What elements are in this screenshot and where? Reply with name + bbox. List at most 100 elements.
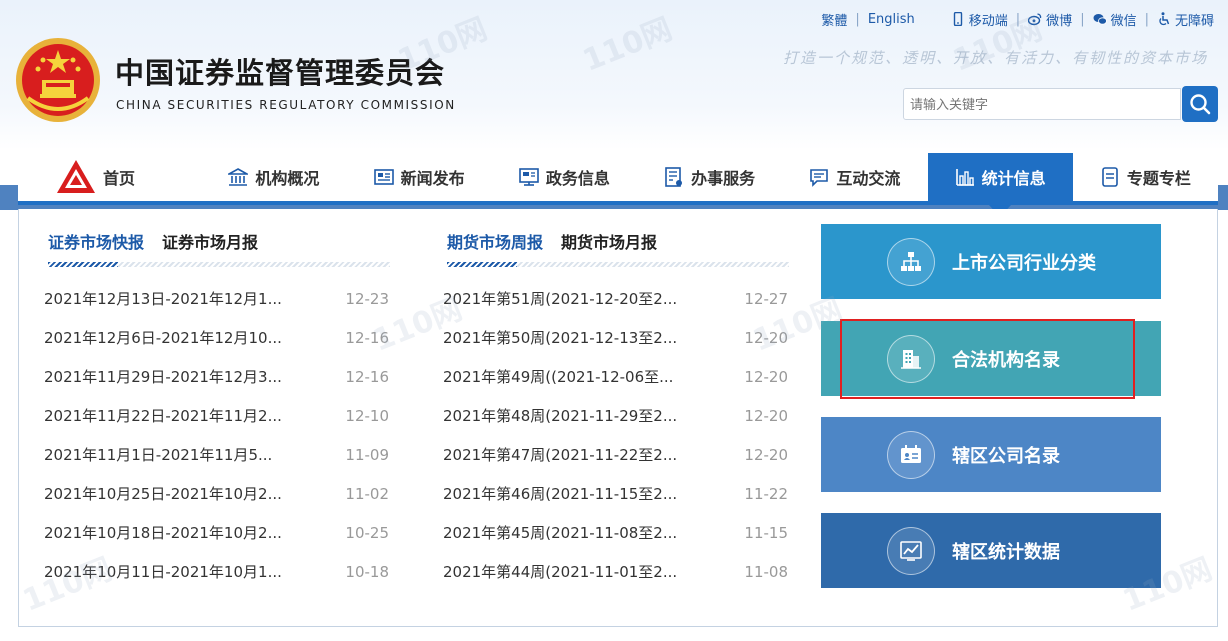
accessibility-link[interactable]: 无障碍 bbox=[1157, 10, 1214, 29]
list-item-date: 12-20 bbox=[744, 367, 788, 386]
gov-info-icon bbox=[519, 168, 539, 186]
tab-securities-monthly[interactable]: 证券市场月报 bbox=[162, 229, 258, 253]
list-item[interactable]: 2021年第44周(2021-11-01至2... 11-08 bbox=[443, 552, 788, 591]
nav-item-statistics[interactable]: 统计信息 bbox=[927, 153, 1073, 217]
nav-label: 机构概况 bbox=[255, 169, 320, 188]
card-icon-wrap bbox=[887, 430, 935, 479]
accessibility-label: 无障碍 bbox=[1174, 13, 1214, 29]
nav-label: 互动交流 bbox=[836, 169, 901, 188]
home-logo-icon bbox=[57, 160, 95, 193]
list-item[interactable]: 2021年12月6日-2021年12月10... 12-16 bbox=[44, 318, 389, 357]
separator: | bbox=[1144, 11, 1149, 27]
list-item[interactable]: 2021年10月11日-2021年10月1... 10-18 bbox=[44, 552, 389, 591]
building-icon bbox=[901, 349, 921, 369]
list-item-date: 12-23 bbox=[345, 289, 389, 308]
traditional-chinese-link[interactable]: 繁體 bbox=[821, 10, 847, 29]
list-item[interactable]: 2021年第51周(2021-12-20至2... 12-27 bbox=[443, 279, 788, 318]
chat-icon bbox=[810, 169, 829, 187]
nav-label: 新闻发布 bbox=[400, 169, 465, 188]
list-item-title: 2021年第50周(2021-12-13至2... bbox=[443, 329, 678, 347]
tab-securities-flash[interactable]: 证券市场快报 bbox=[48, 229, 144, 253]
list-item[interactable]: 2021年11月29日-2021年12月3... 12-16 bbox=[44, 357, 389, 396]
list-item[interactable]: 2021年10月25日-2021年10月2... 11-02 bbox=[44, 474, 389, 513]
content-panel: 证券市场快报 证券市场月报 2021年12月13日-2021年12月1... 12… bbox=[18, 209, 1218, 627]
card-jurisdiction-statistics[interactable]: 辖区统计数据 bbox=[821, 513, 1161, 588]
list-item-date: 12-10 bbox=[345, 406, 389, 425]
mobile-icon bbox=[953, 12, 962, 26]
nav-item-home[interactable]: 首页 bbox=[18, 153, 201, 201]
list-item-title: 2021年第44周(2021-11-01至2... bbox=[443, 563, 678, 581]
list-item-title: 2021年第45周(2021-11-08至2... bbox=[443, 524, 678, 542]
list-item-date: 10-18 bbox=[345, 562, 389, 581]
nav-item-gov-info[interactable]: 政务信息 bbox=[492, 153, 637, 201]
weibo-link[interactable]: 微博 bbox=[1028, 10, 1072, 29]
card-jurisdiction-companies[interactable]: 辖区公司名录 bbox=[821, 417, 1161, 492]
search-input[interactable] bbox=[903, 88, 1181, 120]
list-item-date: 12-20 bbox=[744, 328, 788, 347]
list-item-date: 12-16 bbox=[345, 367, 389, 386]
list-item-date: 11-08 bbox=[744, 562, 788, 581]
top-links: 繁體 | English 移动端 | 微博 | 微信 | 无障碍 bbox=[821, 9, 1214, 29]
separator: | bbox=[855, 11, 860, 27]
list-item-date: 11-09 bbox=[345, 445, 389, 464]
card-icon-wrap bbox=[887, 526, 935, 575]
list-item-title: 2021年第48周(2021-11-29至2... bbox=[443, 407, 678, 425]
tab-futures-weekly[interactable]: 期货市场周报 bbox=[447, 229, 543, 253]
list-item-title: 2021年第49周((2021-12-06至... bbox=[443, 368, 674, 386]
nav-item-institution[interactable]: 机构概况 bbox=[201, 153, 346, 201]
tab-underline bbox=[48, 262, 390, 267]
list-item[interactable]: 2021年11月22日-2021年11月2... 12-10 bbox=[44, 396, 389, 435]
securities-tabs: 证券市场快报 证券市场月报 bbox=[48, 229, 390, 253]
line-chart-icon bbox=[900, 540, 922, 561]
nav-item-interaction[interactable]: 互动交流 bbox=[782, 153, 927, 201]
wechat-label: 微信 bbox=[1110, 13, 1137, 29]
org-chart-icon bbox=[901, 251, 921, 271]
separator: | bbox=[1015, 11, 1021, 27]
card-icon-wrap bbox=[887, 334, 935, 383]
securities-column: 证券市场快报 证券市场月报 bbox=[48, 229, 390, 267]
list-item-title: 2021年10月18日-2021年10月2... bbox=[44, 524, 282, 542]
list-item[interactable]: 2021年第47周(2021-11-22至2... 12-20 bbox=[443, 435, 788, 474]
list-item-title: 2021年11月29日-2021年12月3... bbox=[44, 368, 282, 386]
site-subtitle: CHINA SECURITIES REGULATORY COMMISSION bbox=[116, 98, 456, 112]
search-icon bbox=[1190, 94, 1211, 115]
list-item-date: 11-15 bbox=[744, 523, 788, 542]
list-item[interactable]: 2021年12月13日-2021年12月1... 12-23 bbox=[44, 279, 389, 318]
list-item[interactable]: 2021年第49周((2021-12-06至... 12-20 bbox=[443, 357, 788, 396]
list-item[interactable]: 2021年第50周(2021-12-13至2... 12-20 bbox=[443, 318, 788, 357]
slogan: 打造一个规范、透明、开放、有活力、有韧性的资本市场 bbox=[782, 49, 1208, 67]
nav-item-news[interactable]: 新闻发布 bbox=[347, 153, 492, 201]
card-label: 合法机构名录 bbox=[952, 349, 1060, 371]
id-card-icon bbox=[901, 444, 921, 463]
wechat-link[interactable]: 微信 bbox=[1093, 10, 1137, 29]
card-icon-wrap bbox=[887, 237, 935, 286]
list-item[interactable]: 2021年11月1日-2021年11月5... 11-09 bbox=[44, 435, 389, 474]
card-legal-institutions[interactable]: 合法机构名录 bbox=[821, 321, 1161, 396]
list-item[interactable]: 2021年10月18日-2021年10月2... 10-25 bbox=[44, 513, 389, 552]
separator: | bbox=[1080, 11, 1085, 27]
institution-icon bbox=[228, 168, 249, 186]
chart-icon bbox=[955, 169, 974, 186]
list-item[interactable]: 2021年第45周(2021-11-08至2... 11-15 bbox=[443, 513, 788, 552]
national-emblem-icon bbox=[16, 38, 100, 122]
english-link[interactable]: English bbox=[868, 12, 915, 27]
card-industry-classification[interactable]: 上市公司行业分类 bbox=[821, 224, 1161, 299]
nav-item-service[interactable]: 办事服务 bbox=[637, 153, 782, 201]
list-item[interactable]: 2021年第46周(2021-11-15至2... 11-22 bbox=[443, 474, 788, 513]
list-item[interactable]: 2021年第48周(2021-11-29至2... 12-20 bbox=[443, 396, 788, 435]
list-item-title: 2021年11月1日-2021年11月5... bbox=[44, 446, 273, 464]
nav-item-topics[interactable]: 专题专栏 bbox=[1073, 153, 1218, 201]
nav-label: 专题专栏 bbox=[1126, 169, 1191, 188]
nav-label: 统计信息 bbox=[981, 169, 1046, 188]
wechat-icon bbox=[1093, 14, 1107, 25]
mobile-label: 移动端 bbox=[968, 13, 1008, 29]
nav-label: 办事服务 bbox=[691, 169, 756, 188]
list-item-title: 2021年12月6日-2021年12月10... bbox=[44, 329, 282, 347]
search-button[interactable] bbox=[1182, 86, 1218, 122]
service-icon bbox=[665, 167, 683, 187]
mobile-link[interactable]: 移动端 bbox=[951, 10, 1008, 29]
accessibility-icon bbox=[1159, 12, 1170, 26]
tab-futures-monthly[interactable]: 期货市场月报 bbox=[561, 229, 657, 253]
futures-list: 2021年第51周(2021-12-20至2... 12-27 2021年第50周… bbox=[443, 279, 788, 591]
weibo-icon bbox=[1028, 13, 1042, 26]
